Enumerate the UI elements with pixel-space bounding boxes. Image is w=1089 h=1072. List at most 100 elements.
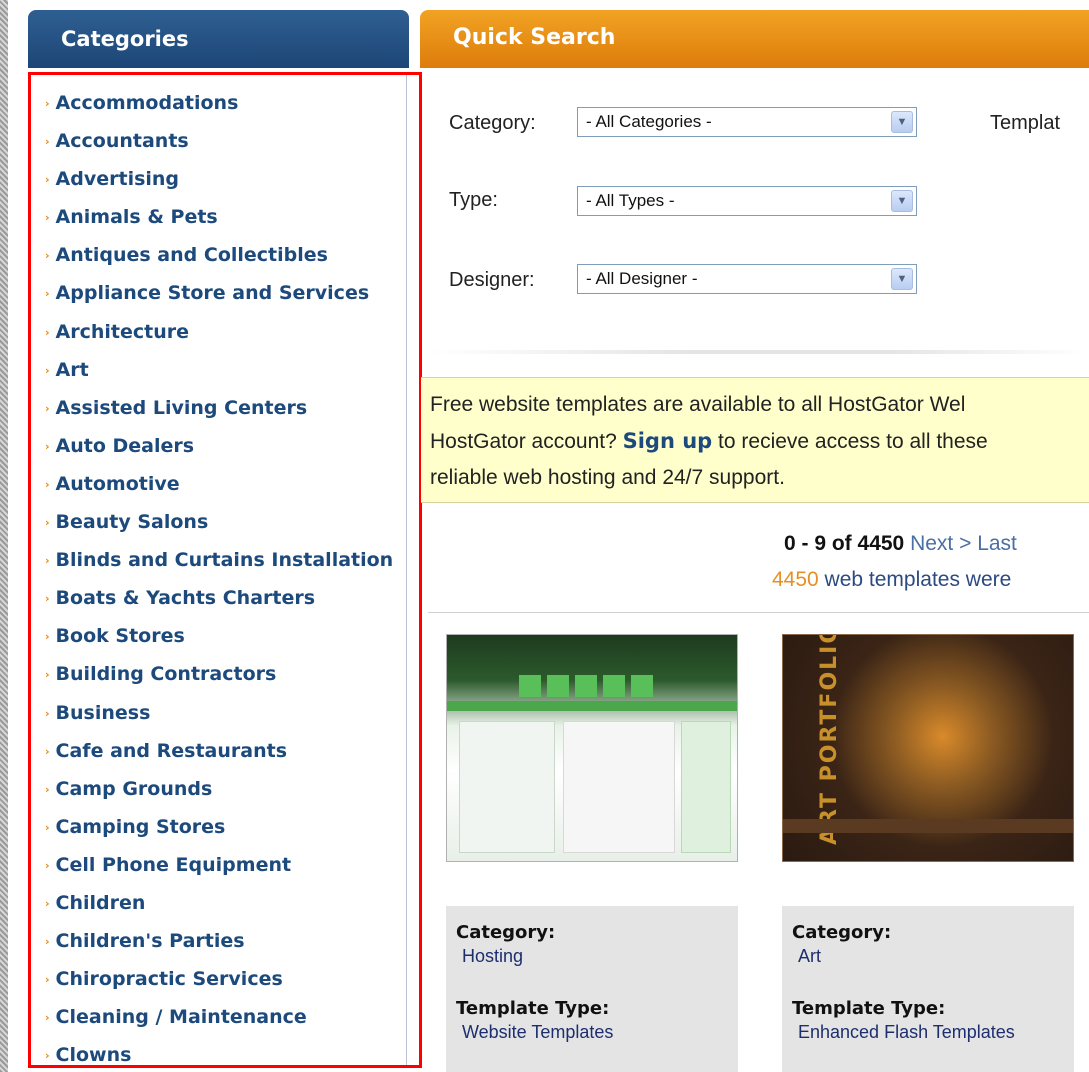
designer-select[interactable]: - All Designer - ▼ <box>577 264 917 294</box>
bullet-arrow-icon: › <box>45 973 50 987</box>
template-type-label: Template Type: <box>792 998 946 1019</box>
category-item-label: Boats & Yachts Charters <box>55 587 316 610</box>
category-item-label: Automotive <box>55 472 180 495</box>
results-divider <box>428 612 1089 613</box>
categories-header: Categories <box>28 10 409 68</box>
categories-panel-border <box>406 75 407 1065</box>
category-item-label: Business <box>55 701 151 724</box>
bullet-arrow-icon: › <box>45 135 50 149</box>
chevron-down-icon[interactable]: ▼ <box>891 111 913 133</box>
category-item[interactable]: › Book Stores <box>31 622 393 660</box>
category-item-label: Camp Grounds <box>55 777 213 800</box>
category-item[interactable]: › Children's Parties <box>31 927 393 965</box>
type-select-value: - All Types - <box>586 191 675 210</box>
notice-line-1: Free website templates are available to … <box>430 393 966 416</box>
bullet-arrow-icon: › <box>45 516 50 530</box>
category-item-label: Chiropractic Services <box>55 968 283 991</box>
type-select[interactable]: - All Types - ▼ <box>577 186 917 216</box>
bullet-arrow-icon: › <box>45 858 50 872</box>
thumbnail-column <box>681 721 731 853</box>
result-count-number: 4450 <box>772 568 819 591</box>
categories-list: › Accommodations › Accountants › Advertising ›… <box>31 89 393 1065</box>
chevron-down-icon[interactable]: ▼ <box>891 190 913 212</box>
category-item-label: Cafe and Restaurants <box>55 739 288 762</box>
bullet-arrow-icon: › <box>45 249 50 263</box>
notice-line-2: HostGator account? Sign up to recieve ac… <box>430 423 1089 460</box>
category-item[interactable]: › Advertising <box>31 165 393 203</box>
template-category-link[interactable]: Art <box>798 946 821 967</box>
category-item[interactable]: › Camp Grounds <box>31 775 393 813</box>
category-item[interactable]: › Accommodations <box>31 89 393 127</box>
category-item-label: Cleaning / Maintenance <box>55 1006 307 1029</box>
template-label: Templat <box>990 112 1061 134</box>
pagination: 0 - 9 of 4450 Next > Last <box>784 532 1017 556</box>
bullet-arrow-icon: › <box>45 1011 50 1025</box>
category-item[interactable]: › Beauty Salons <box>31 508 393 546</box>
quick-search-title: Quick Search <box>453 25 616 50</box>
template-thumbnail-hosting[interactable] <box>446 634 738 862</box>
last-link[interactable]: Last <box>977 532 1017 555</box>
thumbnail-cube <box>603 675 625 697</box>
category-item[interactable]: › Camping Stores <box>31 813 393 851</box>
category-item[interactable]: › Antiques and Collectibles <box>31 241 393 279</box>
category-item[interactable]: › Appliance Store and Services <box>31 279 393 317</box>
category-item[interactable]: › Art <box>31 356 393 394</box>
bullet-arrow-icon: › <box>45 782 50 796</box>
category-item[interactable]: › Business <box>31 699 393 737</box>
category-item[interactable]: › Automotive <box>31 470 393 508</box>
category-item[interactable]: › Animals & Pets <box>31 203 393 241</box>
quick-search-header: Quick Search <box>420 10 1089 68</box>
category-item[interactable]: › Children <box>31 889 393 927</box>
template-type-link[interactable]: Enhanced Flash Templates <box>798 1022 1015 1043</box>
category-item[interactable]: › Building Contractors <box>31 660 393 698</box>
category-item-label: Art <box>55 358 89 381</box>
section-divider <box>428 350 1089 354</box>
bullet-arrow-icon: › <box>45 935 50 949</box>
category-item-label: Animals & Pets <box>55 206 218 229</box>
category-label: Category: <box>456 922 556 943</box>
bullet-arrow-icon: › <box>45 401 50 415</box>
category-select[interactable]: - All Categories - ▼ <box>577 107 917 137</box>
category-item[interactable]: › Boats & Yachts Charters <box>31 584 393 622</box>
category-item[interactable]: › Cleaning / Maintenance <box>31 1003 393 1041</box>
sign-up-link[interactable]: Sign up <box>623 429 713 453</box>
category-item-label: Antiques and Collectibles <box>55 244 328 267</box>
bullet-arrow-icon: › <box>45 668 50 682</box>
bullet-arrow-icon: › <box>45 592 50 606</box>
result-count-text: web templates were <box>818 568 1012 591</box>
category-item-label: Advertising <box>55 168 180 191</box>
category-item-label: Camping Stores <box>55 815 226 838</box>
category-label: Category: <box>449 112 536 134</box>
template-type-link[interactable]: Website Templates <box>462 1022 613 1043</box>
template-thumbnail-art[interactable]: ART PORTFOLIO <box>782 634 1074 862</box>
category-item[interactable]: › Cafe and Restaurants <box>31 737 393 775</box>
notice-line-3: reliable web hosting and 24/7 support. <box>430 466 785 489</box>
category-item-label: Auto Dealers <box>55 434 195 457</box>
chevron-down-icon[interactable]: ▼ <box>891 268 913 290</box>
bullet-arrow-icon: › <box>45 211 50 225</box>
left-rail-decoration <box>0 0 8 1072</box>
category-item-label: Cell Phone Equipment <box>55 853 292 876</box>
category-item-label: Children's Parties <box>55 930 245 953</box>
category-item[interactable]: › Cell Phone Equipment <box>31 851 393 889</box>
category-item[interactable]: › Clowns <box>31 1041 393 1065</box>
next-link[interactable]: Next > <box>910 532 971 555</box>
category-item[interactable]: › Architecture <box>31 318 393 356</box>
bullet-arrow-icon: › <box>45 744 50 758</box>
categories-panel-highlighted: › Accommodations › Accountants › Advertising ›… <box>28 72 422 1068</box>
template-category-link[interactable]: Hosting <box>462 946 523 967</box>
designer-label: Designer: <box>449 269 535 291</box>
category-item[interactable]: › Auto Dealers <box>31 432 393 470</box>
category-item[interactable]: › Assisted Living Centers <box>31 394 393 432</box>
category-item[interactable]: › Blinds and Curtains Installation <box>31 546 393 584</box>
category-item-label: Beauty Salons <box>55 511 209 534</box>
bullet-arrow-icon: › <box>45 554 50 568</box>
bullet-arrow-icon: › <box>45 820 50 834</box>
category-item-label: Blinds and Curtains Installation <box>55 549 394 572</box>
thumbnail-cube <box>575 675 597 697</box>
bullet-arrow-icon: › <box>45 97 50 110</box>
result-count: 4450 web templates were <box>772 568 1011 592</box>
category-item[interactable]: › Chiropractic Services <box>31 965 393 1003</box>
category-item-label: Appliance Store and Services <box>55 282 370 305</box>
category-item[interactable]: › Accountants <box>31 127 393 165</box>
